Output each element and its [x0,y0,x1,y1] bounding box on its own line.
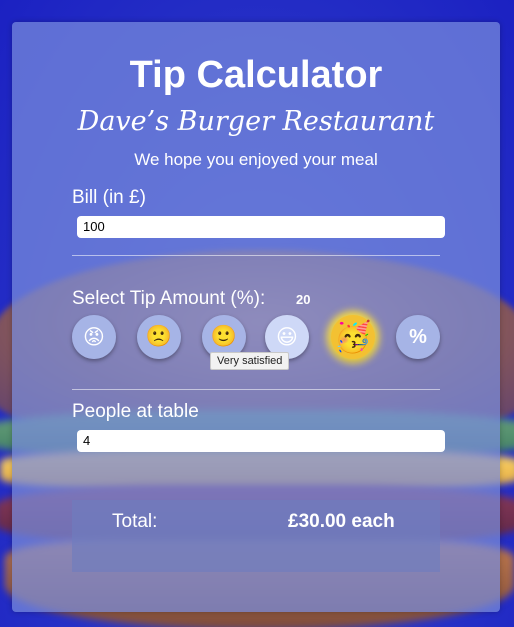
people-at-table-label: People at table [72,401,199,422]
slightly-smiling-face-icon: 🙂 [210,325,238,348]
tip-option-frowning[interactable]: 🙁 [137,315,181,359]
total-value: £30.00 each [288,511,395,532]
total-panel: Total: £30.00 each [72,500,440,572]
tip-option-angry[interactable]: 😡 [72,315,116,359]
slightly-frowning-face-icon: 🙁 [145,325,173,348]
restaurant-name: Dave’s Burger Restaurant [77,106,435,137]
people-input[interactable] [77,430,445,452]
tip-amount-label: Select Tip Amount (%): [72,288,266,309]
total-label: Total: [112,511,158,532]
grinning-face-icon: 😃 [276,325,298,349]
divider [72,389,440,390]
tip-calculator-card: Tip Calculator Dave’s Burger Restaurant … [12,22,500,612]
percent-icon: % [409,325,427,348]
welcome-message: We hope you enjoyed your meal [134,150,378,169]
bill-input[interactable] [77,216,445,238]
angry-face-icon: 😡 [83,325,105,349]
tooltip: Very satisfied [210,352,290,370]
partying-face-icon: 🥳 [334,320,372,354]
divider [72,255,440,256]
bill-label: Bill (in £) [72,187,146,208]
tip-option-partying[interactable]: 🥳 [331,315,375,359]
tip-option-custom-percent[interactable]: % [396,315,440,359]
tip-percentage-value: 20 [296,292,311,307]
page-title: Tip Calculator [129,54,383,96]
